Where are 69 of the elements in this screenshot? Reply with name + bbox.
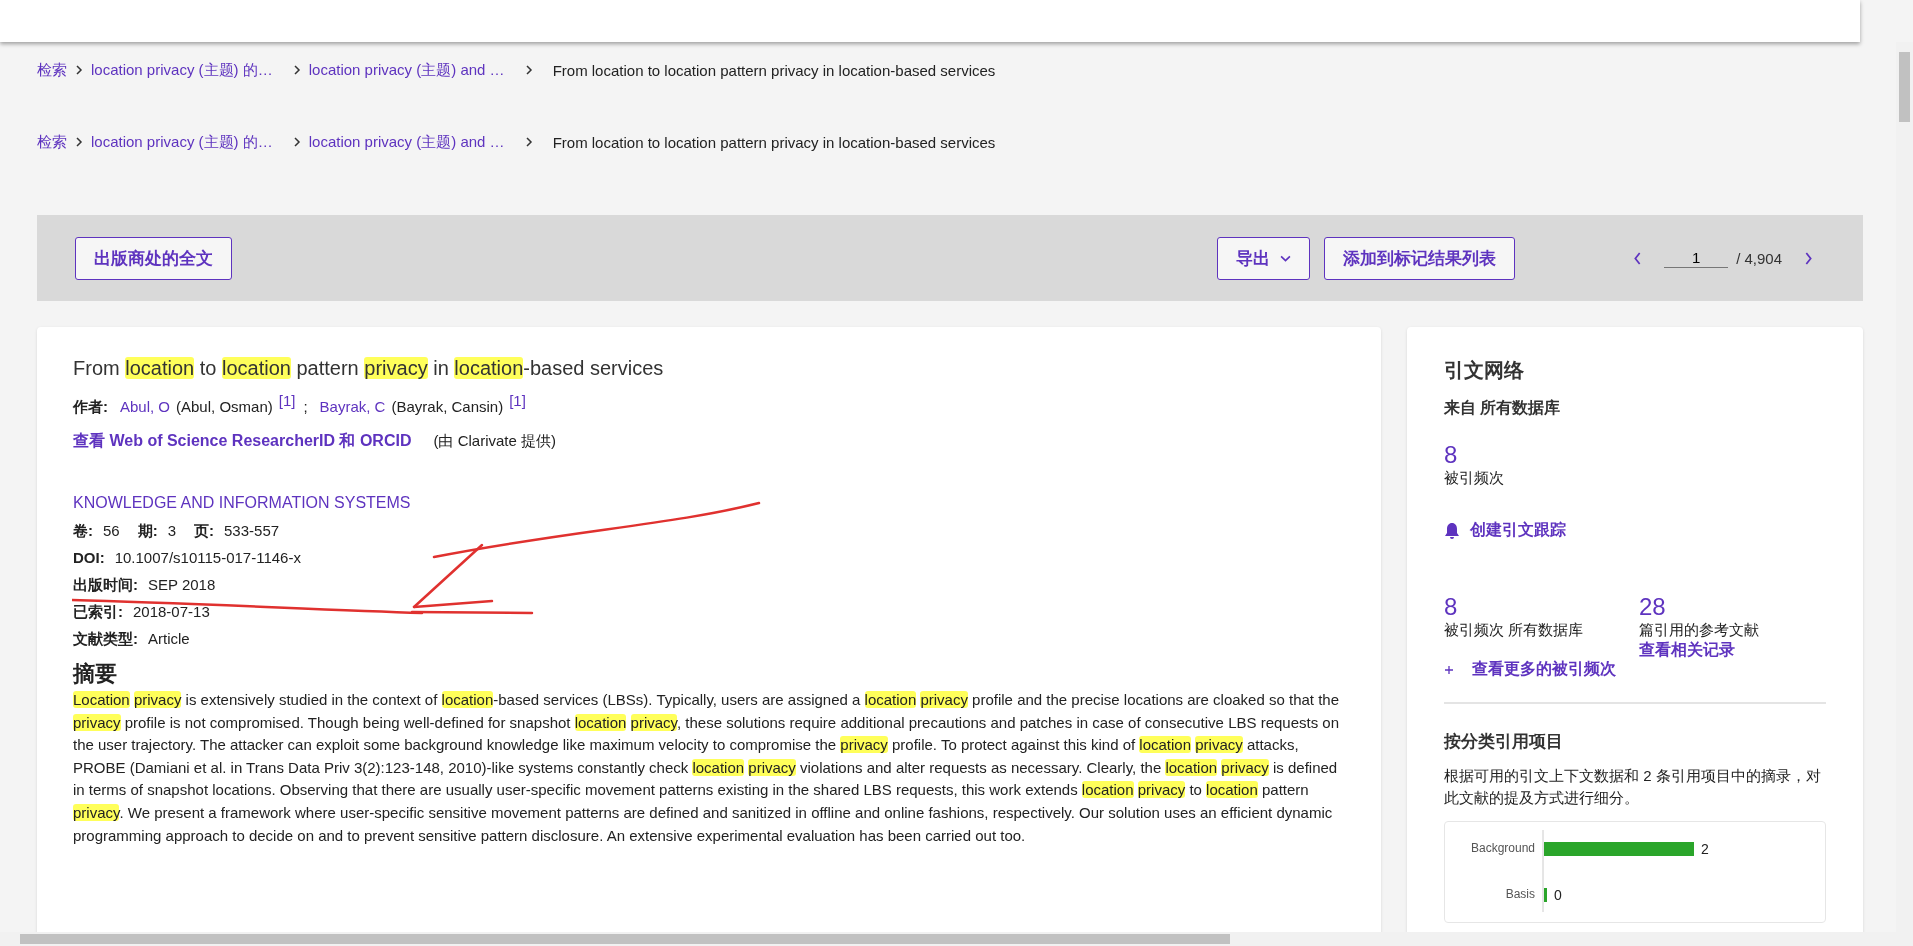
category-label: Background: [1470, 841, 1535, 855]
journal-link[interactable]: KNOWLEDGE AND INFORMATION SYSTEMS: [73, 494, 1345, 512]
citation-count-link[interactable]: 8: [1444, 441, 1826, 469]
chevron-right-icon: [292, 65, 301, 75]
researcher-id-link[interactable]: 查看 Web of Science ResearcherID 和 ORCID: [73, 431, 412, 452]
field-label: 出版时间:: [73, 576, 138, 595]
field-value: Article: [148, 630, 190, 647]
chevron-right-icon: [524, 65, 533, 75]
field-value: 533-557: [224, 522, 280, 539]
export-button[interactable]: 导出: [1217, 236, 1311, 280]
create-alert-link[interactable]: 创建引文跟踪: [1470, 520, 1566, 541]
breadcrumb-link[interactable]: location privacy (主题) and …: [308, 60, 505, 80]
field-value: 3: [167, 522, 177, 539]
category-label: Basis: [1505, 887, 1535, 901]
field-label: DOI:: [73, 549, 105, 566]
breadcrumb-current: From location to location pattern privacy in location-based services: [552, 133, 996, 151]
more-citations-link[interactable]: 查看更多的被引频次: [1472, 659, 1616, 680]
bell-icon: [1444, 521, 1460, 540]
breadcrumb-link[interactable]: location privacy (主题) and …: [308, 132, 505, 152]
chevron-right-icon: [524, 137, 533, 147]
page-total: / 4,904: [1736, 249, 1782, 267]
authors-label: 作者:: [73, 398, 108, 417]
breadcrumb-link[interactable]: location privacy (主题) 的…: [91, 60, 273, 80]
field-label: 文献类型:: [73, 630, 138, 649]
breadcrumb-link[interactable]: location privacy (主题) 的…: [91, 132, 273, 152]
abstract-heading: 摘要: [73, 660, 118, 688]
stat-value-link[interactable]: 8: [1444, 593, 1619, 621]
value-label: 0: [1554, 887, 1562, 903]
field-label: 卷:: [73, 522, 93, 541]
plus-icon: [1444, 664, 1454, 675]
section-title: 引文网络: [1444, 358, 1525, 383]
record-title: From location to location pattern privacy in location-based services: [73, 357, 665, 380]
stat-value-link[interactable]: 28: [1639, 593, 1759, 621]
field-value: 56: [103, 522, 120, 539]
related-records-link[interactable]: 查看相关记录: [1639, 640, 1759, 661]
field-value: 2018-07-13: [133, 603, 210, 620]
author-full-name: (Bayrak, Cansin): [391, 398, 504, 415]
chevron-right-icon: [75, 65, 83, 75]
add-to-marked-list-button[interactable]: 添加到标记结果列表: [1324, 236, 1516, 280]
chevron-right-icon: [75, 137, 83, 147]
stat-label: 被引频次 所有数据库: [1444, 621, 1585, 640]
field-label: 页:: [194, 522, 215, 541]
citation-count-label: 被引频次: [1444, 469, 1505, 488]
caret-icon: [1280, 254, 1292, 262]
author-link[interactable]: Bayrak, C: [319, 398, 386, 415]
chevron-right-icon: [292, 137, 301, 147]
field-label: 期:: [137, 522, 158, 541]
previous-page-icon[interactable]: [1633, 251, 1643, 265]
author-full-name: (Abul, Osman): [176, 398, 273, 415]
page-number-field[interactable]: 1: [1664, 248, 1729, 268]
value-label: 2: [1701, 841, 1709, 857]
next-page-icon[interactable]: [1804, 251, 1813, 265]
provider-note: (由 Clarivate 提供): [433, 432, 556, 451]
source-label: 来自 所有数据库: [1444, 398, 1562, 418]
breadcrumb-link[interactable]: 检索: [37, 132, 67, 152]
section-title: 按分类引用项目: [1444, 731, 1564, 753]
affiliation-link[interactable]: [1]: [278, 392, 296, 409]
breadcrumb-current: From location to location pattern privacy in location-based services: [552, 61, 996, 79]
field-value: 10.1007/s10115-017-1146-x: [114, 549, 301, 566]
classification-description: 根据可用的引文上下文数据和 2 条引用项目中的摘录，对此文献的提及方式进行细分。: [1444, 766, 1822, 808]
author-separator: ;: [303, 398, 308, 415]
breadcrumb-link[interactable]: 检索: [37, 60, 67, 80]
stat-label: 篇引用的参考文献: [1639, 621, 1759, 640]
affiliation-link[interactable]: [1]: [509, 392, 526, 409]
full-text-button[interactable]: 出版商处的全文: [75, 236, 232, 280]
field-label: 已索引:: [73, 603, 123, 622]
bar: [1544, 888, 1547, 902]
field-value: SEP 2018: [148, 576, 216, 593]
author-link[interactable]: Abul, O: [120, 398, 171, 415]
